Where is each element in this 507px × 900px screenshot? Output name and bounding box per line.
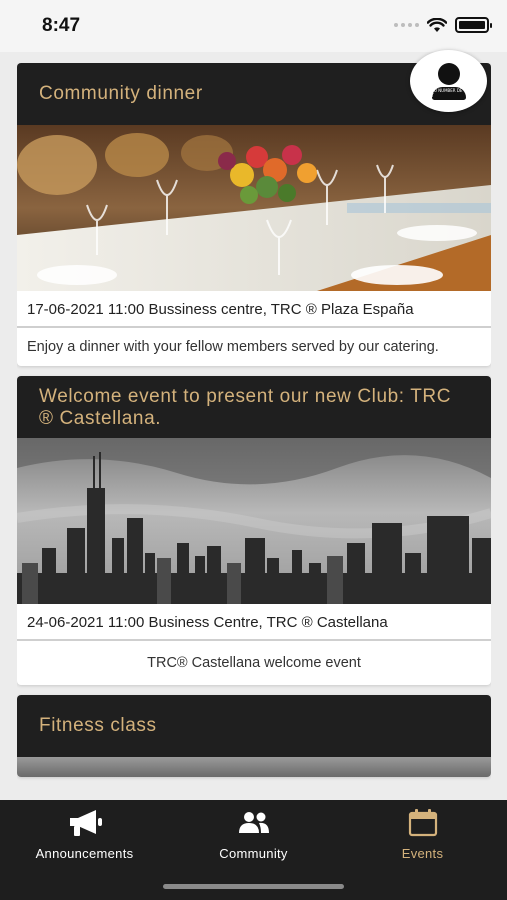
calendar-icon [408, 808, 438, 838]
status-time: 8:47 [42, 15, 81, 36]
people-icon [237, 808, 271, 838]
event-title: Welcome event to present our new Club: T… [17, 376, 491, 438]
tab-events[interactable]: Events [348, 808, 498, 900]
tab-label: Announcements [35, 846, 134, 861]
profile-avatar-button[interactable]: TU NUMBER DE T [410, 50, 487, 112]
fitness-class-photo [17, 757, 491, 777]
event-card-welcome[interactable]: Welcome event to present our new Club: T… [17, 376, 491, 685]
events-feed[interactable]: Community dinner 17-06-2021 11:00 Bussin… [17, 63, 491, 800]
tab-announcements[interactable]: Announcements [10, 808, 160, 900]
avatar-tag: TU NUMBER DE T [431, 88, 463, 98]
event-description: TRC® Castellana welcome event [147, 655, 361, 671]
event-description: Enjoy a dinner with your fellow members … [27, 339, 439, 355]
tab-label: Community [219, 846, 288, 861]
signal-icon [394, 23, 419, 27]
city-skyline-photo [17, 438, 491, 604]
megaphone-icon [66, 808, 104, 838]
wifi-icon [427, 17, 447, 32]
status-bar: 8:47 [0, 0, 507, 52]
event-date-location: 24-06-2021 11:00 Business Centre, TRC ® … [17, 604, 491, 641]
battery-icon [455, 17, 492, 33]
event-card-community-dinner[interactable]: Community dinner 17-06-2021 11:00 Bussin… [17, 63, 491, 366]
tab-label: Events [401, 846, 444, 861]
event-card-fitness[interactable]: Fitness class [17, 695, 491, 777]
user-icon [437, 62, 460, 85]
event-date-location: 17-06-2021 11:00 Bussiness centre, TRC ®… [17, 291, 491, 328]
home-indicator[interactable] [163, 884, 344, 889]
event-title: Fitness class [17, 695, 491, 757]
status-icons [394, 17, 492, 33]
dinner-table-photo [17, 125, 491, 291]
